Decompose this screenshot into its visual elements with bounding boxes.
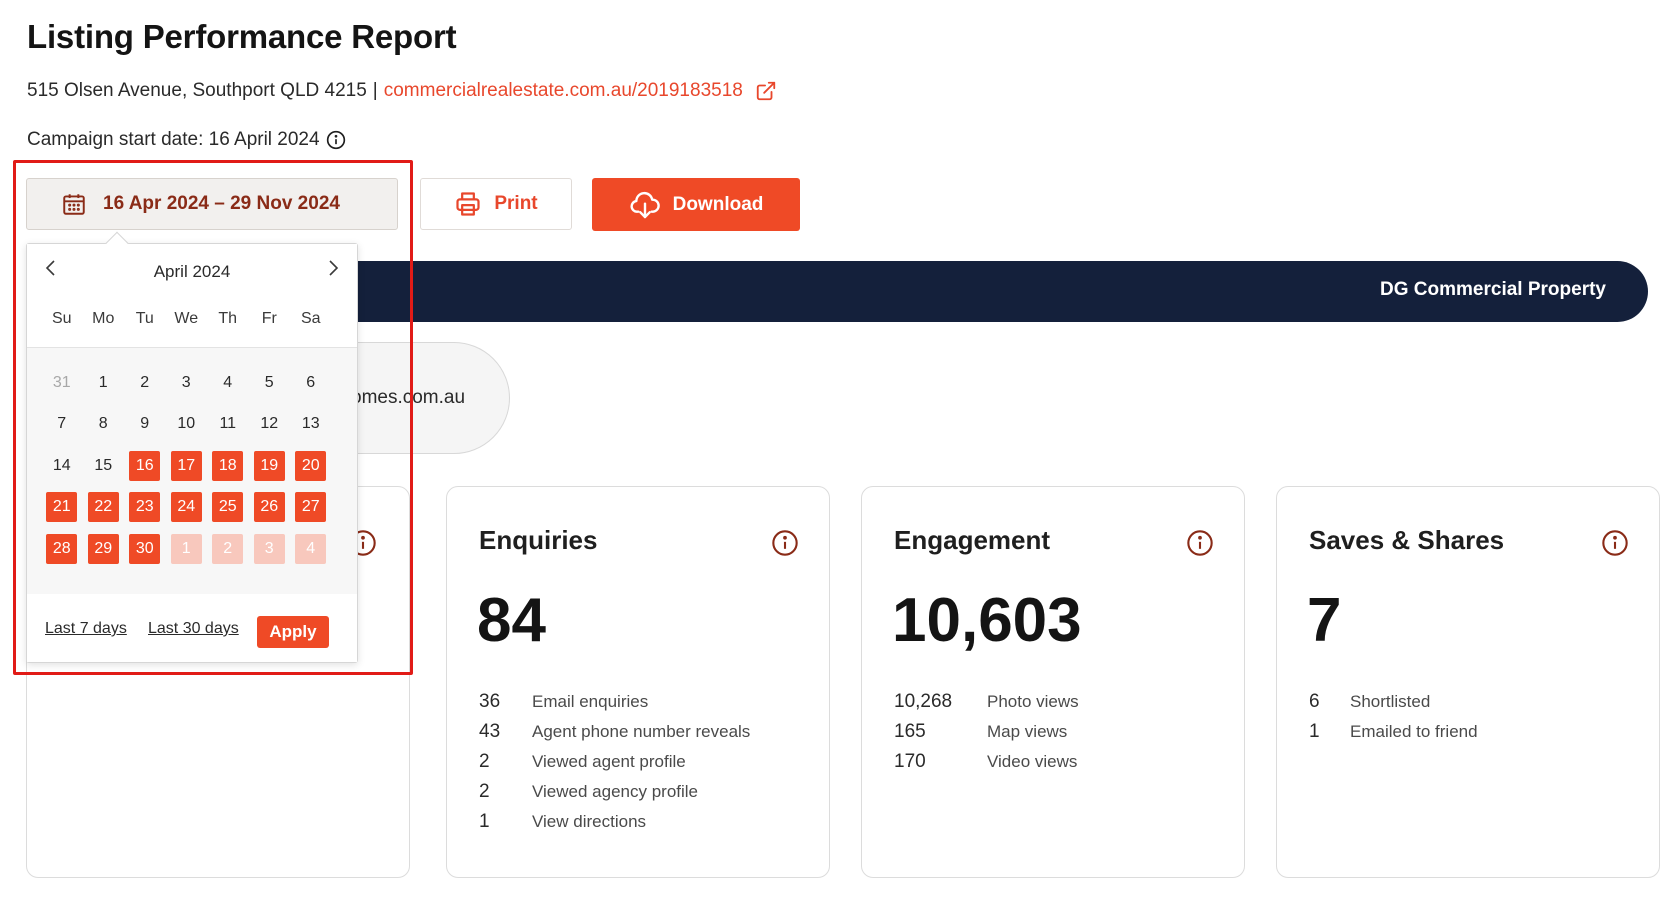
breakdown-row: 6 Shortlisted <box>1309 687 1639 717</box>
saves-shares-card: Saves & Shares 7 6 Shortlisted 1 Emailed t… <box>1276 486 1660 878</box>
agency-name: DG Commercial Property <box>1380 279 1606 300</box>
external-link-icon[interactable] <box>755 80 777 102</box>
row-label: Emailed to friend <box>1350 722 1478 741</box>
cloud-download-icon <box>630 191 660 218</box>
card-value: 7 <box>1307 586 1342 655</box>
listing-link[interactable]: commercialrealestate.com.au/2019183518 <box>384 80 743 102</box>
breakdown-row: 1 View directions <box>479 807 809 837</box>
card-breakdown: 36 Email enquiries 43 Agent phone number r… <box>479 687 809 837</box>
campaign-start-line: Campaign start date: 16 April 2024 <box>27 129 346 151</box>
engagement-card: Engagement 10,603 10,268 Photo views 165 M… <box>861 486 1245 878</box>
breakdown-row: 165 Map views <box>894 717 1224 747</box>
card-title: Saves & Shares <box>1309 525 1505 555</box>
row-label: View directions <box>532 812 647 831</box>
download-button[interactable]: Download <box>592 178 800 231</box>
info-icon[interactable] <box>326 130 346 150</box>
breakdown-row: 43 Agent phone number reveals <box>479 717 809 747</box>
print-button[interactable]: Print <box>420 178 572 230</box>
card-breakdown: 10,268 Photo views 165 Map views 170 Video … <box>894 687 1224 777</box>
info-icon[interactable] <box>1186 529 1214 557</box>
breakdown-row: 36 Email enquiries <box>479 687 809 717</box>
row-count: 6 <box>1309 691 1320 712</box>
card-value: 10,603 <box>892 586 1082 655</box>
print-label: Print <box>494 193 538 214</box>
enquiries-card: Enquiries 84 36 Email enquiries 43 Agent p… <box>446 486 830 878</box>
page-title: Listing Performance Report <box>27 18 457 55</box>
row-count: 165 <box>894 721 926 742</box>
row-label: Shortlisted <box>1350 692 1431 711</box>
breakdown-row: 10,268 Photo views <box>894 687 1224 717</box>
row-count: 170 <box>894 751 926 772</box>
card-title: Enquiries <box>479 525 598 555</box>
row-label: Viewed agency profile <box>532 782 699 801</box>
info-icon[interactable] <box>771 529 799 557</box>
row-count: 43 <box>479 721 501 742</box>
property-address: 515 Olsen Avenue, Southport QLD 4215 <box>27 80 367 101</box>
row-label: Viewed agent profile <box>532 752 686 771</box>
row-count: 10,268 <box>894 691 953 712</box>
card-value: 84 <box>477 586 546 655</box>
info-icon[interactable] <box>1601 529 1629 557</box>
row-label: Email enquiries <box>532 692 649 711</box>
row-count: 36 <box>479 691 501 712</box>
row-count: 2 <box>479 751 490 772</box>
breakdown-row: 170 Video views <box>894 747 1224 777</box>
card-breakdown: 6 Shortlisted 1 Emailed to friend <box>1309 687 1639 747</box>
row-label: Map views <box>987 722 1068 741</box>
row-count: 1 <box>1309 721 1320 742</box>
row-count: 2 <box>479 781 490 802</box>
breakdown-row: 2 Viewed agency profile <box>479 777 809 807</box>
address-line: 515 Olsen Avenue, Southport QLD 4215 | c… <box>27 80 777 102</box>
printer-icon <box>456 192 480 216</box>
download-label: Download <box>672 193 764 215</box>
card-title: Engagement <box>894 525 1051 555</box>
campaign-start-date: Campaign start date: 16 April 2024 <box>27 129 320 150</box>
highlight-annotation <box>13 160 413 675</box>
row-label: Photo views <box>987 692 1079 711</box>
breakdown-row: 1 Emailed to friend <box>1309 717 1639 747</box>
row-label: Agent phone number reveals <box>532 722 751 741</box>
row-label: Video views <box>987 752 1078 771</box>
row-count: 1 <box>479 811 490 832</box>
breakdown-row: 2 Viewed agent profile <box>479 747 809 777</box>
separator: | <box>372 80 378 101</box>
